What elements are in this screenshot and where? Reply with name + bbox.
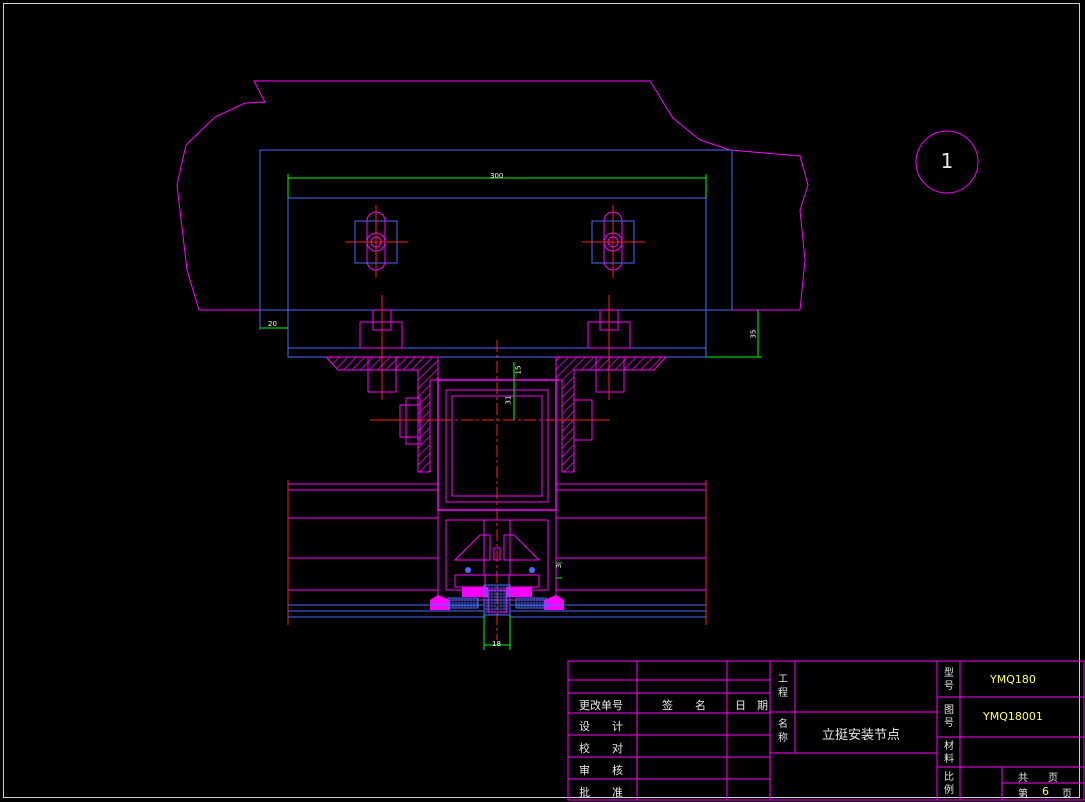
gasket-left bbox=[430, 595, 450, 610]
gasket-right bbox=[544, 595, 564, 610]
dim-18: 18 bbox=[492, 640, 501, 648]
tb-type-value: YMQ180 bbox=[990, 673, 1036, 686]
tb-type-label: 型号 bbox=[944, 668, 954, 692]
tb-page-suffix: 页 bbox=[1062, 789, 1072, 800]
dim-300: 300 bbox=[490, 172, 504, 180]
dim-3: 3 bbox=[555, 563, 564, 569]
tb-material-label: 材料 bbox=[944, 741, 954, 765]
cad-drawing-canvas bbox=[176, 80, 1085, 801]
tb-date: 日 期 bbox=[735, 699, 768, 712]
tb-approve: 批 准 bbox=[579, 786, 623, 799]
drawing-name: 立挺安装节点 bbox=[822, 728, 901, 743]
tb-page-number: 6 bbox=[1042, 785, 1049, 798]
tb-total-pages: 共 页 bbox=[1018, 773, 1058, 784]
dim-20: 20 bbox=[268, 320, 277, 328]
tb-name-label: 名称 bbox=[778, 719, 788, 744]
tb-signature: 签 名 bbox=[662, 699, 706, 712]
dim-31: 31 bbox=[504, 395, 513, 405]
angle-bracket-right bbox=[555, 356, 668, 473]
anchor-bolt-right bbox=[582, 205, 645, 278]
tb-design: 设 计 bbox=[579, 720, 623, 733]
tb-review: 审 核 bbox=[579, 764, 623, 777]
dim-35: 35 bbox=[749, 329, 758, 339]
tb-scale-label: 比例 bbox=[944, 772, 954, 796]
anchor-bolt-left bbox=[345, 205, 408, 278]
tb-change-no: 更改单号 bbox=[579, 699, 623, 712]
bolt-section-right bbox=[587, 295, 631, 400]
tb-drawing-no-value: YMQ18001 bbox=[983, 710, 1043, 723]
tb-check: 校 对 bbox=[579, 742, 623, 755]
detail-marker-label: 1 bbox=[940, 149, 954, 173]
tb-project-label: 工程 bbox=[778, 674, 788, 699]
tb-page-prefix: 第 bbox=[1018, 789, 1028, 800]
tb-drawing-no-label: 图号 bbox=[944, 705, 954, 729]
concrete-break-outline bbox=[176, 80, 809, 311]
embedded-plate-inner bbox=[287, 197, 707, 349]
dim-15: 15 bbox=[514, 365, 523, 375]
bolt-section-left bbox=[359, 295, 403, 400]
